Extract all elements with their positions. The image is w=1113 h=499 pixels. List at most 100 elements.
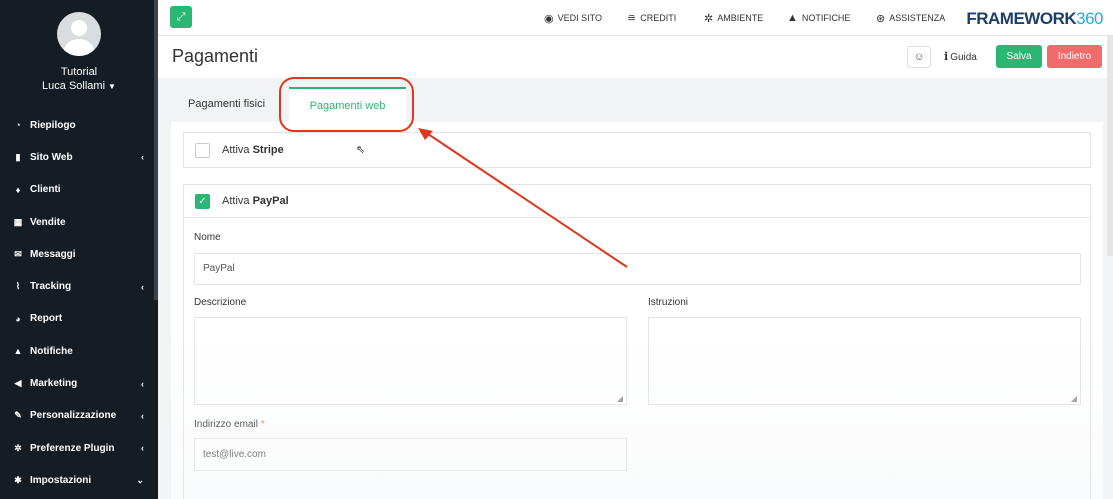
assistenza-link[interactable]: ⊛ ASSISTENZA [876,0,945,36]
sidebar-item-label: Report [30,313,63,325]
paypal-checkbox[interactable]: ✓ [195,194,210,209]
cogs-icon: ✲ [14,442,22,453]
vedi-sito-label: VEDI SITO [557,13,602,23]
stripe-toggle-label[interactable]: Attiva Stripe [222,144,284,156]
crediti-label: CREDITI [640,13,677,23]
sidebar-item-personalizzazione[interactable]: ✎ Personalizzazione ‹ [0,400,158,432]
chevron-left-icon: ‹ [141,152,144,163]
sidebar-item-label: Clienti [30,184,61,196]
page-scrollbar[interactable] [1107,36,1113,256]
user-menu[interactable]: Luca Sollami ▼ [0,80,158,92]
descrizione-label: Descrizione [194,297,247,308]
chevron-left-icon: ‹ [141,378,144,389]
tab-pagamenti-fisici[interactable]: Pagamenti fisici [188,98,265,110]
email-label-text: Indirizzo email [194,419,258,430]
notifiche-link[interactable]: ▲ NOTIFICHE [787,0,850,36]
calculator-icon: ▦ [13,216,23,227]
sidebar-item-label: Personalizzazione [30,410,117,422]
brush-icon: ✎ [14,410,22,421]
avatar[interactable] [57,12,101,56]
sidebar-item-riepilogo[interactable]: ◔ Riepilogo [0,109,158,141]
sidebar-item-label: Messaggi [30,248,76,260]
sidebar-item-sito-web[interactable]: ▮ Sito Web ‹ [0,141,158,173]
sidebar: Tutorial Luca Sollami ▼ ◔ Riepilogo ▮ Sito W… [0,0,158,499]
nome-label: Nome [194,232,221,243]
payments-panel: Attiva Stripe ✓ Attiva PayPal Nome PayPa… [171,122,1103,499]
coins-icon: ≘ [627,12,637,25]
sidebar-item-preferenze-plugin[interactable]: ✲ Preferenze Plugin ‹ [0,432,158,464]
avatar-head-shape [71,20,87,36]
section-divider [184,217,1090,218]
bell-icon: ▲ [13,346,23,357]
sidebar-item-marketing[interactable]: ◀ Marketing ‹ [0,367,158,399]
sidebar-item-notifiche[interactable]: ▲ Notifiche [0,335,158,367]
sidebar-item-messaggi[interactable]: ✉ Messaggi [0,238,158,270]
guida-label: Guida [950,52,977,63]
expand-button[interactable]: ⤢ [170,6,192,28]
top-bar: ⤢ ◉ VEDI SITO ≘ CREDITI ✲ AMBIENTE ▲ NOTIFIC… [158,0,1113,36]
resize-handle-icon[interactable]: ◢ [1071,394,1077,403]
assistenza-label: ASSISTENZA [889,13,946,23]
info-icon: i [944,50,949,63]
avatar-body-shape [64,39,94,56]
sidebar-item-clienti[interactable]: ♦ Clienti [0,174,158,206]
resize-handle-icon[interactable]: ◢ [617,394,623,403]
lifebuoy-icon: ⊛ [876,12,886,25]
email-input[interactable]: test@live.com [194,438,627,471]
sidebar-item-label: Impostazioni [30,474,92,486]
sidebar-item-label: Sito Web [30,151,73,163]
required-marker: * [260,419,265,430]
gear-icon: ✱ [14,474,22,485]
sidebar-item-label: Preferenze Plugin [30,442,115,454]
stripe-prefix: Attiva [222,144,253,156]
paypal-toggle-label[interactable]: Attiva PayPal [222,195,289,207]
chart-icon: ⌇ [15,281,21,292]
chevron-left-icon: ‹ [141,443,144,454]
sidebar-item-impostazioni[interactable]: ✱ Impostazioni ⌄ [0,464,158,496]
sidebar-item-report[interactable]: ◕ Report [0,303,158,335]
notifiche-label: NOTIFICHE [801,13,851,23]
descrizione-textarea[interactable]: ◢ [194,317,627,405]
chevron-left-icon: ‹ [141,281,144,292]
nome-input[interactable]: PayPal [194,253,1081,285]
sidebar-item-tracking[interactable]: ⌇ Tracking ‹ [0,270,158,302]
megaphone-icon: ◀ [14,378,22,389]
stripe-checkbox[interactable] [195,143,210,158]
istruzioni-label: Istruzioni [648,297,689,308]
ambiente-link[interactable]: ✲ AMBIENTE [704,0,763,36]
vedi-sito-link[interactable]: ◉ VEDI SITO [544,0,602,36]
save-button[interactable]: Salva [996,45,1042,68]
istruzioni-textarea[interactable]: ◢ [648,317,1081,405]
sidebar-menu: ◔ Riepilogo ▮ Sito Web ‹ ♦ Clienti ▦ Vendite ✉ Mes… [0,109,158,497]
cogs-icon: ✲ [704,12,714,25]
file-icon: ▮ [15,151,21,162]
paypal-name: PayPal [252,195,289,207]
sidebar-item-label: Tracking [30,281,72,293]
user-name: Luca Sollami [42,80,106,92]
expand-icon: ⤢ [176,11,186,23]
ambiente-label: AMBIENTE [717,13,764,23]
bell-icon: ▲ [787,12,798,24]
stripe-name: Stripe [252,144,284,156]
sidebar-item-label: Vendite [30,216,66,228]
sidebar-item-label: Marketing [30,378,78,390]
email-label: Indirizzo email * [194,419,265,430]
person-icon: ♦ [15,184,21,195]
envelope-icon: ✉ [14,248,22,259]
caret-down-icon: ▼ [108,82,116,91]
back-button[interactable]: Indietro [1047,45,1102,68]
guida-button[interactable]: i Guida [944,46,977,68]
crediti-link[interactable]: ≘ CREDITI [627,0,676,36]
chevron-down-icon: ⌄ [136,474,144,485]
paypal-section: ✓ Attiva PayPal Nome PayPal Descrizione … [183,184,1091,499]
check-icon: ✓ [198,196,207,207]
sidebar-item-vendite[interactable]: ▦ Vendite [0,206,158,238]
smile-icon: ☺ [913,51,925,63]
sidebar-item-label: Notifiche [30,345,73,357]
page-header: Pagamenti ☺ i Guida Salva Indietro [158,36,1113,78]
feedback-button[interactable]: ☺ [907,46,931,68]
stripe-section: Attiva Stripe [183,132,1091,168]
tab-pagamenti-web[interactable]: Pagamenti web [289,87,406,124]
brand-logo[interactable]: FRAMEWORK360 [966,9,1103,29]
pie-icon: ◕ [15,313,21,324]
